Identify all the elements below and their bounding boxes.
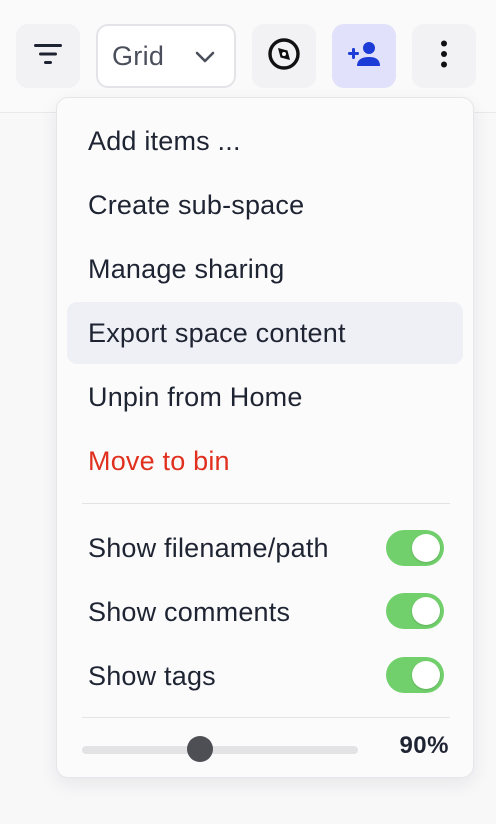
menu-item-create-sub-space[interactable]: Create sub-space	[67, 174, 463, 236]
menu-item-label: Manage sharing	[88, 253, 285, 284]
view-mode-value: Grid	[112, 40, 165, 71]
menu-item-export-space-content[interactable]: Export space content	[67, 302, 463, 364]
space-options-menu: Add items ... Create sub-space Manage sh…	[56, 97, 474, 778]
filter-button[interactable]	[16, 24, 80, 88]
show-comments-toggle[interactable]	[386, 593, 444, 629]
menu-item-move-to-bin[interactable]: Move to bin	[67, 430, 463, 492]
zoom-slider[interactable]	[82, 746, 358, 754]
menu-item-unpin-from-home[interactable]: Unpin from Home	[67, 366, 463, 428]
show-tags-toggle[interactable]	[386, 657, 444, 693]
menu-item-label: Add items ...	[88, 125, 241, 156]
toggle-label: Show comments	[88, 596, 291, 627]
toggle-label: Show tags	[88, 660, 216, 691]
zoom-value: 90%	[399, 732, 449, 759]
menu-item-label: Create sub-space	[88, 189, 305, 220]
menu-divider	[82, 717, 450, 718]
toggle-label: Show filename/path	[88, 532, 329, 563]
more-options-button[interactable]	[412, 24, 476, 88]
menu-item-label: Move to bin	[88, 445, 230, 476]
add-person-icon	[347, 40, 381, 73]
share-button[interactable]	[332, 24, 396, 88]
menu-item-add-items[interactable]: Add items ...	[67, 110, 463, 172]
view-mode-select[interactable]: Grid	[96, 24, 236, 88]
toggle-knob	[412, 597, 440, 625]
menu-item-label: Export space content	[88, 317, 346, 348]
compass-icon	[267, 37, 301, 76]
chevron-down-icon	[194, 46, 216, 73]
menu-item-label: Unpin from Home	[88, 381, 303, 412]
menu-item-manage-sharing[interactable]: Manage sharing	[67, 238, 463, 300]
toggle-knob	[412, 534, 440, 562]
zoom-slider-thumb[interactable]	[186, 736, 213, 762]
show-filename-toggle[interactable]	[386, 530, 444, 566]
filter-icon	[33, 42, 63, 71]
menu-divider	[82, 503, 450, 504]
toggle-knob	[412, 661, 440, 689]
more-vertical-icon	[440, 40, 448, 73]
explore-button[interactable]	[252, 24, 316, 88]
